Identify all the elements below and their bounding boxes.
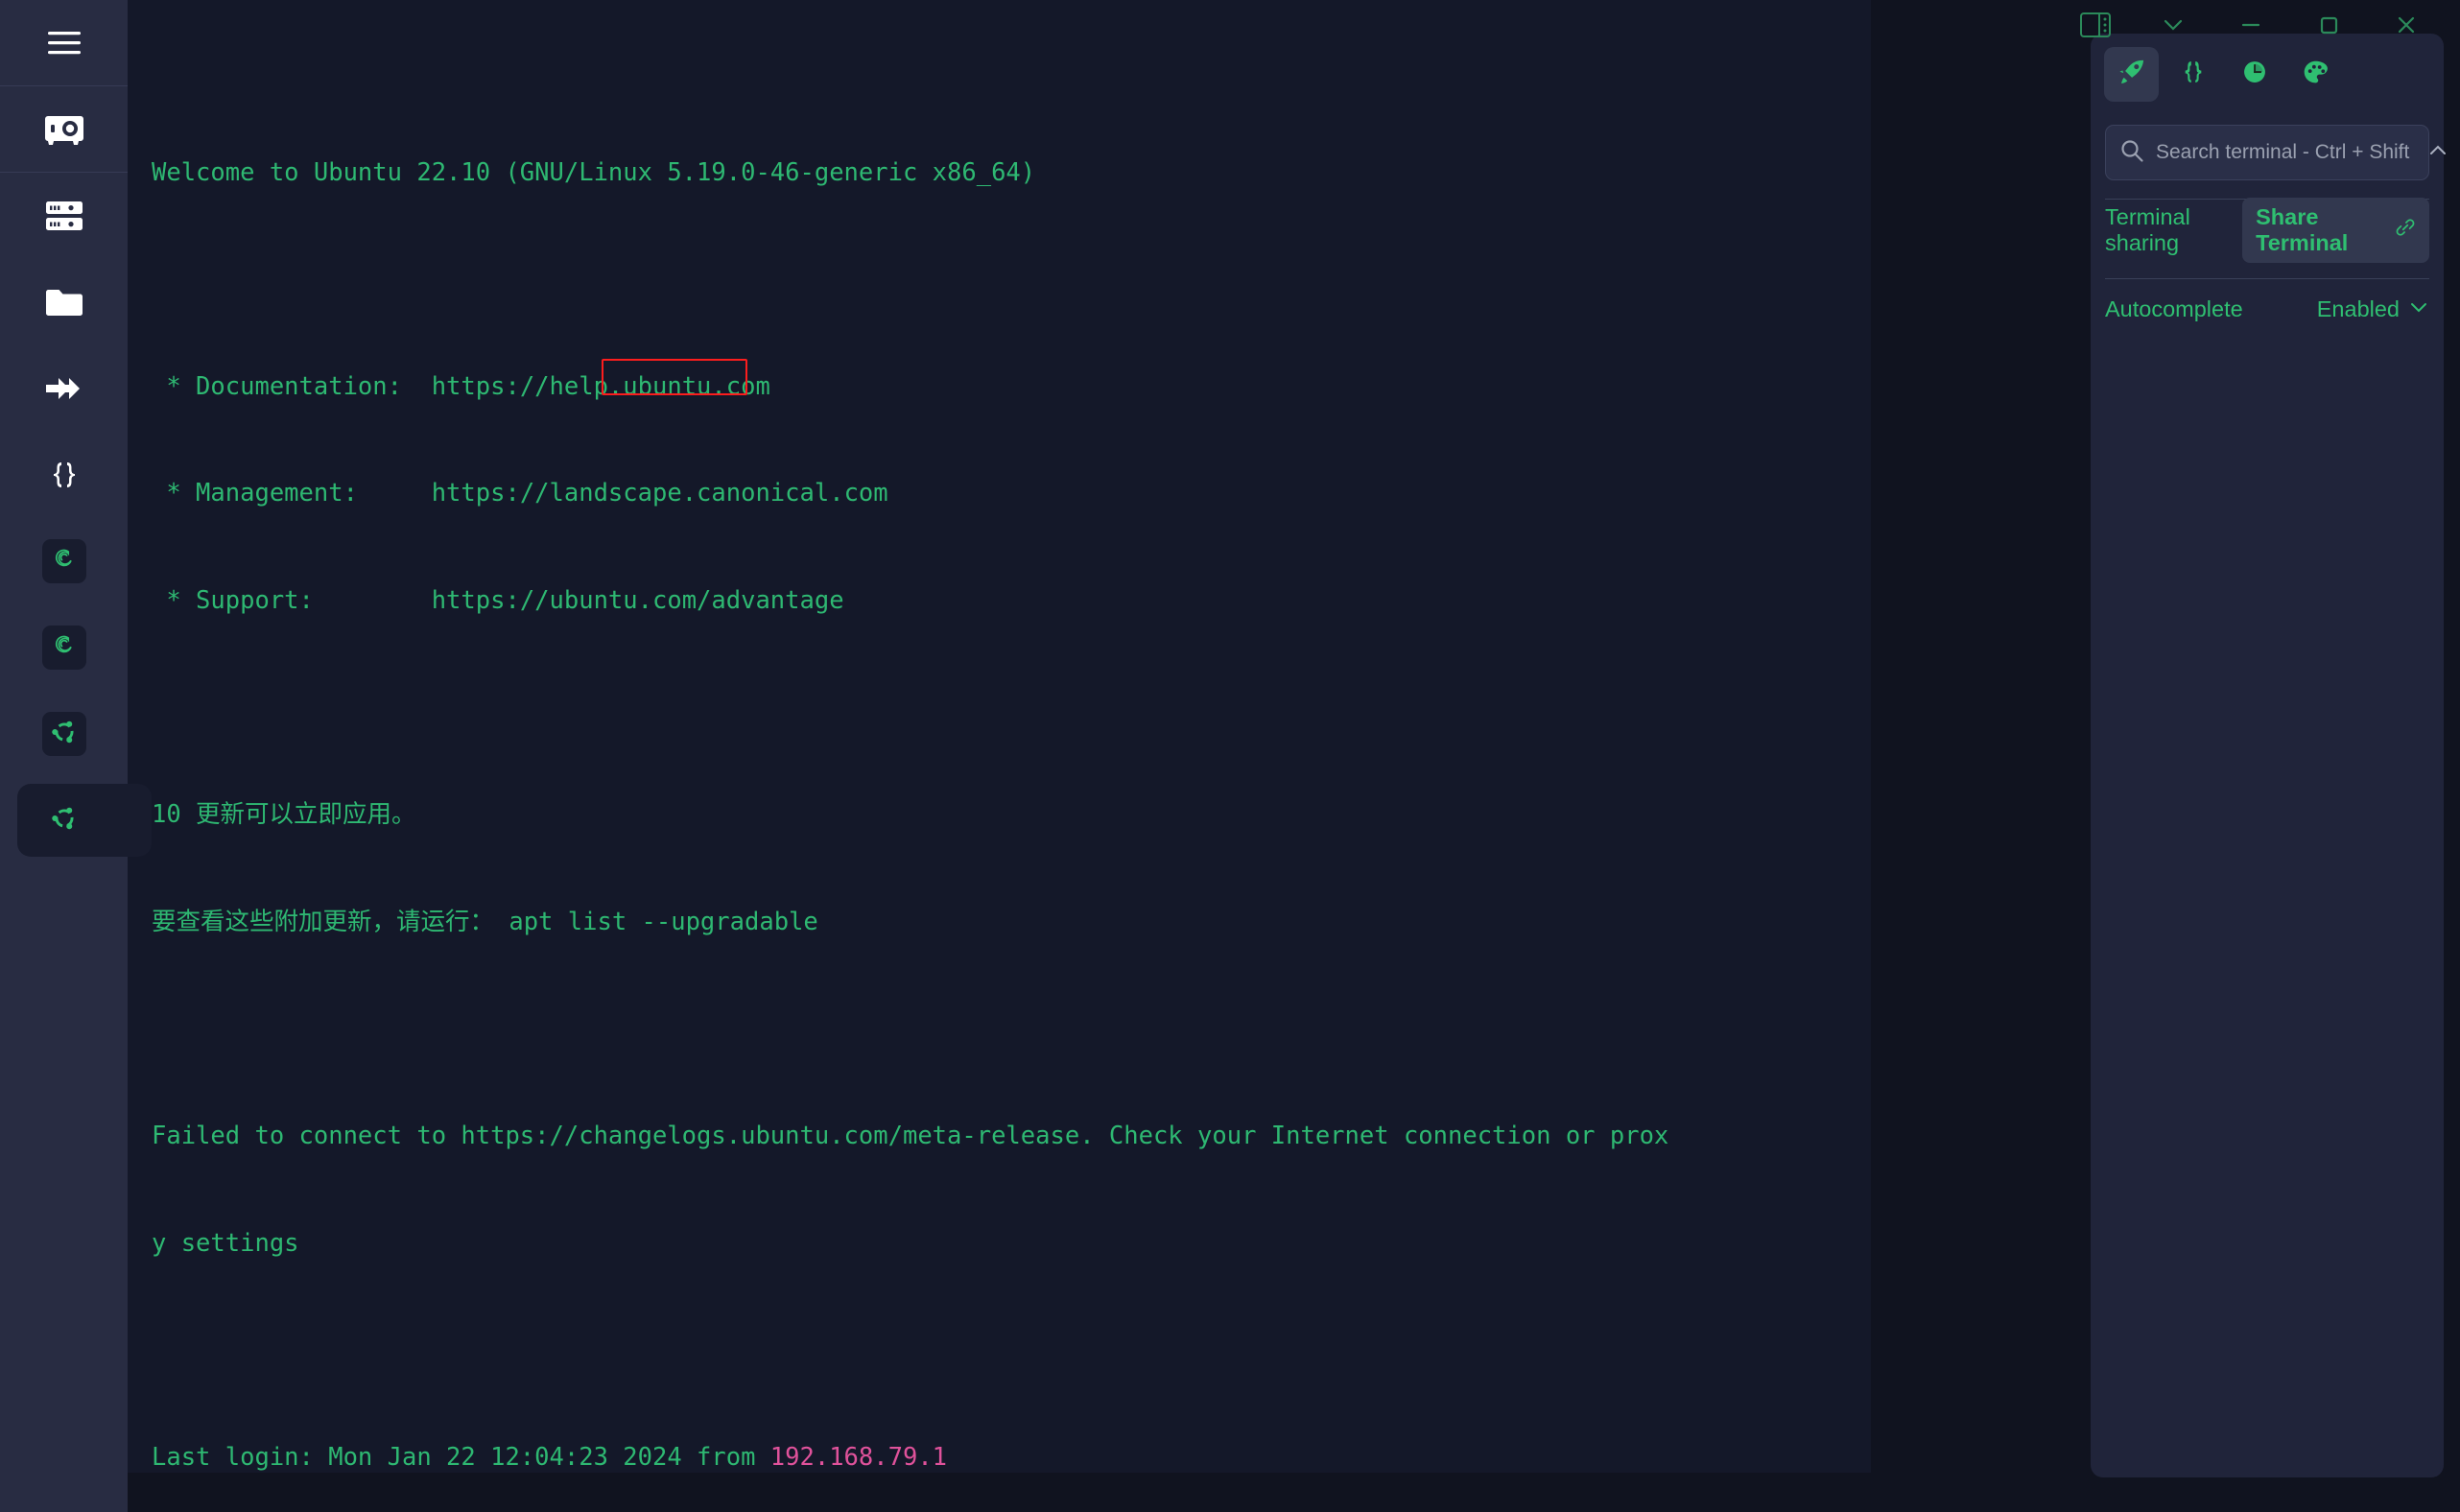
maximize-button[interactable] — [2289, 0, 2367, 54]
braces-icon — [49, 460, 80, 490]
forward-arrow-icon — [46, 376, 83, 401]
share-terminal-label: Share Terminal — [2256, 204, 2384, 256]
motd-updates-line-1: 10 更新可以立即应用。 — [152, 797, 1871, 833]
tab-appearance[interactable] — [2288, 47, 2343, 102]
motd-updates-line-2: 要查看这些附加更新，请运行： apt list --upgradable — [152, 905, 1871, 940]
minimize-button[interactable] — [2212, 0, 2289, 54]
server-rack-icon — [46, 201, 83, 230]
debian-logo-icon — [50, 545, 79, 579]
terminal-sharing-row: Terminal sharing Share Terminal — [2091, 200, 2444, 260]
chevron-down-icon — [2159, 11, 2188, 44]
clock-icon — [2241, 59, 2268, 90]
window-dropdown-button[interactable] — [2134, 0, 2212, 54]
sidebar-item-files[interactable] — [0, 259, 128, 345]
toggle-panel-button[interactable] — [2056, 0, 2134, 54]
ubuntu-logo-icon — [50, 718, 79, 751]
autocomplete-value: Enabled — [2317, 296, 2400, 322]
sidebar-item-menu[interactable] — [0, 0, 128, 86]
chevron-down-icon — [2408, 296, 2429, 323]
palette-icon — [2302, 59, 2330, 91]
last-login-ip: 192.168.79.1 — [770, 1443, 947, 1472]
terminal-app-window: Welcome to Ubuntu 22.10 (GNU/Linux 5.19.… — [0, 0, 2460, 1512]
tab-history[interactable] — [2227, 47, 2282, 102]
close-icon — [2392, 11, 2421, 44]
search-prev-icon[interactable] — [2427, 140, 2448, 166]
debian-logo-icon — [50, 631, 79, 665]
autocomplete-dropdown[interactable]: Enabled — [2317, 296, 2429, 323]
motd-link-support: * Support: https://ubuntu.com/advantage — [152, 583, 1871, 619]
sidebar-item-servers[interactable] — [0, 173, 128, 259]
ubuntu-logo-icon — [50, 804, 79, 838]
panel-toggle-icon — [2080, 12, 2111, 42]
motd-welcome: Welcome to Ubuntu 22.10 (GNU/Linux 5.19.… — [152, 155, 1871, 191]
terminal-area: Welcome to Ubuntu 22.10 (GNU/Linux 5.19.… — [128, 0, 2460, 1512]
minimize-icon — [2236, 11, 2265, 44]
hamburger-menu-icon — [48, 31, 81, 56]
folder-icon — [46, 288, 83, 317]
close-button[interactable] — [2367, 0, 2445, 54]
rocket-icon — [2117, 58, 2146, 92]
right-side-panel: Terminal sharing Share Terminal Autocomp… — [2091, 34, 2444, 1477]
braces-icon — [2180, 59, 2207, 90]
search-icon — [2119, 138, 2144, 168]
motd-error-line-2: y settings — [152, 1226, 1871, 1262]
search-input[interactable] — [2156, 141, 2416, 164]
share-terminal-button[interactable]: Share Terminal — [2242, 198, 2429, 263]
sidebar-session-ubuntu-2[interactable] — [0, 777, 128, 863]
window-titlebar — [2056, 0, 2460, 54]
safe-vault-icon — [45, 114, 83, 145]
sidebar-session-debian-2[interactable] — [0, 604, 128, 691]
terminal-output-pane[interactable]: Welcome to Ubuntu 22.10 (GNU/Linux 5.19.… — [128, 0, 1871, 1473]
tab-snippets[interactable] — [2165, 47, 2220, 102]
sidebar-item-snippets[interactable] — [0, 432, 128, 518]
maximize-icon — [2315, 12, 2342, 43]
motd-link-documentation: * Documentation: https://help.ubuntu.com — [152, 369, 1871, 405]
sidebar-item-vault[interactable] — [0, 86, 128, 173]
autocomplete-row: Autocomplete Enabled — [2091, 279, 2444, 340]
sidebar-session-ubuntu-1[interactable] — [0, 691, 128, 777]
motd-error-line-1: Failed to connect to https://changelogs.… — [152, 1119, 1871, 1154]
link-icon — [2395, 217, 2416, 244]
tab-quick-actions[interactable] — [2104, 47, 2159, 102]
terminal-sharing-label: Terminal sharing — [2105, 204, 2242, 256]
sidebar-session-debian-1[interactable] — [0, 518, 128, 604]
sidebar-item-forward[interactable] — [0, 345, 128, 432]
left-sidebar — [0, 0, 128, 1512]
last-login-line: Last login: Mon Jan 22 12:04:23 2024 fro… — [152, 1440, 1871, 1473]
search-terminal-bar[interactable] — [2105, 125, 2429, 180]
autocomplete-label: Autocomplete — [2105, 296, 2243, 322]
motd-link-management: * Management: https://landscape.canonica… — [152, 476, 1871, 511]
